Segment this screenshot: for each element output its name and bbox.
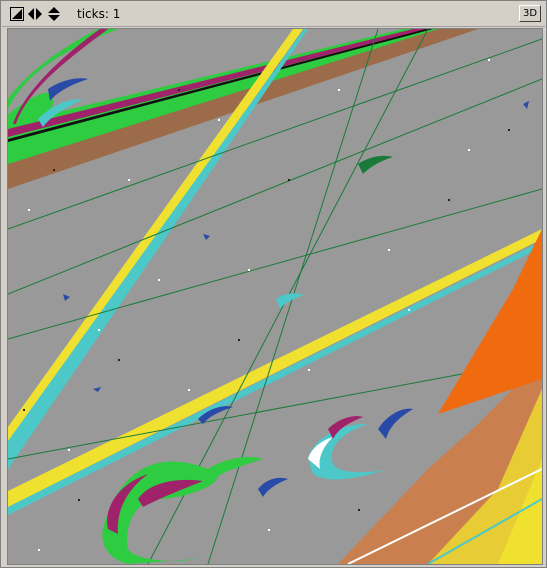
simulation-view[interactable] — [7, 28, 543, 565]
view-toolbar: ticks: 1 3D — [2, 2, 545, 27]
world-window: ticks: 1 3D — [0, 0, 547, 568]
zoom-fit-icon[interactable] — [9, 6, 25, 22]
view-3d-button[interactable]: 3D — [519, 5, 541, 22]
pan-vertical-icon[interactable] — [46, 6, 62, 22]
ticks-counter: ticks: 1 — [77, 7, 121, 21]
fractal-canvas — [8, 29, 542, 564]
pan-horizontal-icon[interactable] — [27, 6, 43, 22]
